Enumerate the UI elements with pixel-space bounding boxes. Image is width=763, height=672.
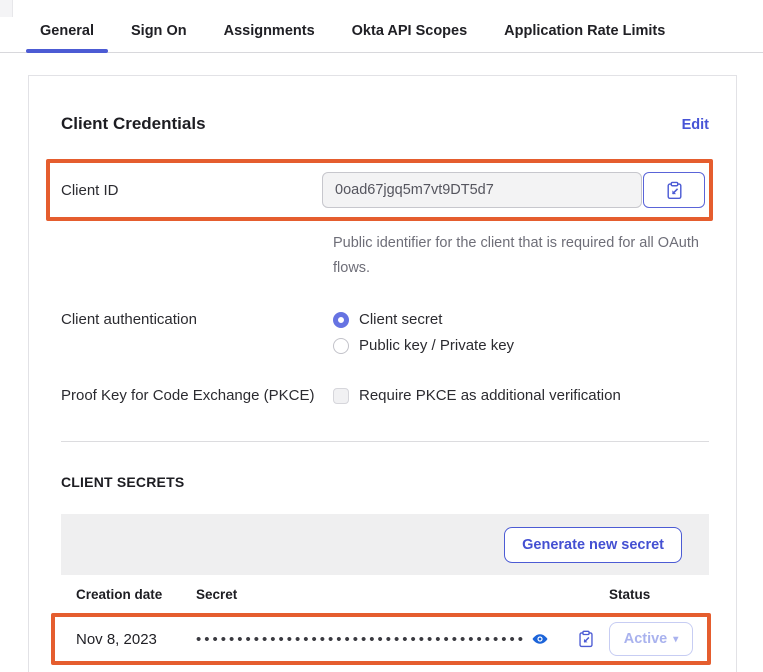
client-authentication-options: Client secret Public key / Private key [333, 311, 514, 363]
copy-secret-button[interactable] [577, 630, 595, 648]
header-secret: Secret [196, 587, 609, 602]
secret-status-cell: Active ▾ [609, 622, 707, 656]
radio-option-label: Client secret [359, 311, 442, 328]
copy-client-id-button[interactable] [643, 172, 705, 208]
client-id-input[interactable] [322, 172, 642, 208]
client-secrets-panel: Generate new secret Creation date Secret… [61, 514, 709, 665]
clipboard-copy-icon [665, 181, 684, 200]
tab-sign-on[interactable]: Sign On [117, 14, 201, 52]
radio-option-label: Public key / Private key [359, 337, 514, 354]
general-settings-card: Client Credentials Edit Client ID Public… [28, 75, 737, 672]
app-tab-bar: General Sign On Assignments Okta API Sco… [0, 0, 763, 53]
radio-option-public-private-key[interactable]: Public key / Private key [333, 337, 514, 354]
radio-unselected-icon[interactable] [333, 338, 349, 354]
secrets-toolbar: Generate new secret [61, 514, 709, 575]
edit-link[interactable]: Edit [682, 117, 709, 133]
client-id-help-text: Public identifier for the client that is… [333, 231, 705, 281]
pkce-row: Proof Key for Code Exchange (PKCE) Requi… [61, 387, 709, 413]
eye-icon[interactable] [531, 630, 549, 648]
secret-value-cell: •••••••••••••••••••••••••••••••••••••••• [196, 630, 609, 648]
generate-new-secret-button[interactable]: Generate new secret [504, 527, 682, 563]
secret-creation-date: Nov 8, 2023 [76, 631, 196, 648]
status-label: Active [624, 631, 668, 647]
tab-okta-api-scopes[interactable]: Okta API Scopes [338, 14, 482, 52]
client-credentials-title: Client Credentials [61, 114, 206, 134]
clipboard-copy-icon [577, 630, 595, 648]
secrets-table-header: Creation date Secret Status [61, 575, 709, 613]
client-credentials-header: Client Credentials Edit [61, 114, 709, 134]
header-status: Status [609, 587, 709, 602]
client-secrets-title: CLIENT SECRETS [61, 474, 709, 490]
checkbox-unchecked-icon[interactable] [333, 388, 349, 404]
radio-option-client-secret[interactable]: Client secret [333, 311, 514, 328]
caret-down-icon: ▾ [673, 634, 678, 645]
client-authentication-row: Client authentication Client secret Publ… [61, 311, 709, 363]
section-divider [61, 441, 709, 442]
pkce-option-label: Require PKCE as additional verification [359, 387, 621, 404]
tab-assignments[interactable]: Assignments [210, 14, 329, 52]
radio-selected-icon[interactable] [333, 312, 349, 328]
page-corner-fragment [0, 0, 13, 17]
client-authentication-label: Client authentication [61, 311, 333, 363]
client-id-label: Client ID [61, 182, 322, 199]
tab-application-rate-limits[interactable]: Application Rate Limits [490, 14, 679, 52]
status-dropdown-button[interactable]: Active ▾ [609, 622, 693, 656]
client-id-controls [322, 172, 705, 208]
secret-table-row: Nov 8, 2023 ••••••••••••••••••••••••••••… [51, 613, 711, 665]
client-id-highlight-box: Client ID [46, 159, 713, 221]
pkce-checkbox-option[interactable]: Require PKCE as additional verification [333, 387, 621, 404]
tab-general[interactable]: General [26, 14, 108, 52]
header-creation-date: Creation date [76, 587, 196, 602]
pkce-label: Proof Key for Code Exchange (PKCE) [61, 387, 333, 413]
masked-secret-value: •••••••••••••••••••••••••••••••••••••••• [196, 631, 526, 648]
